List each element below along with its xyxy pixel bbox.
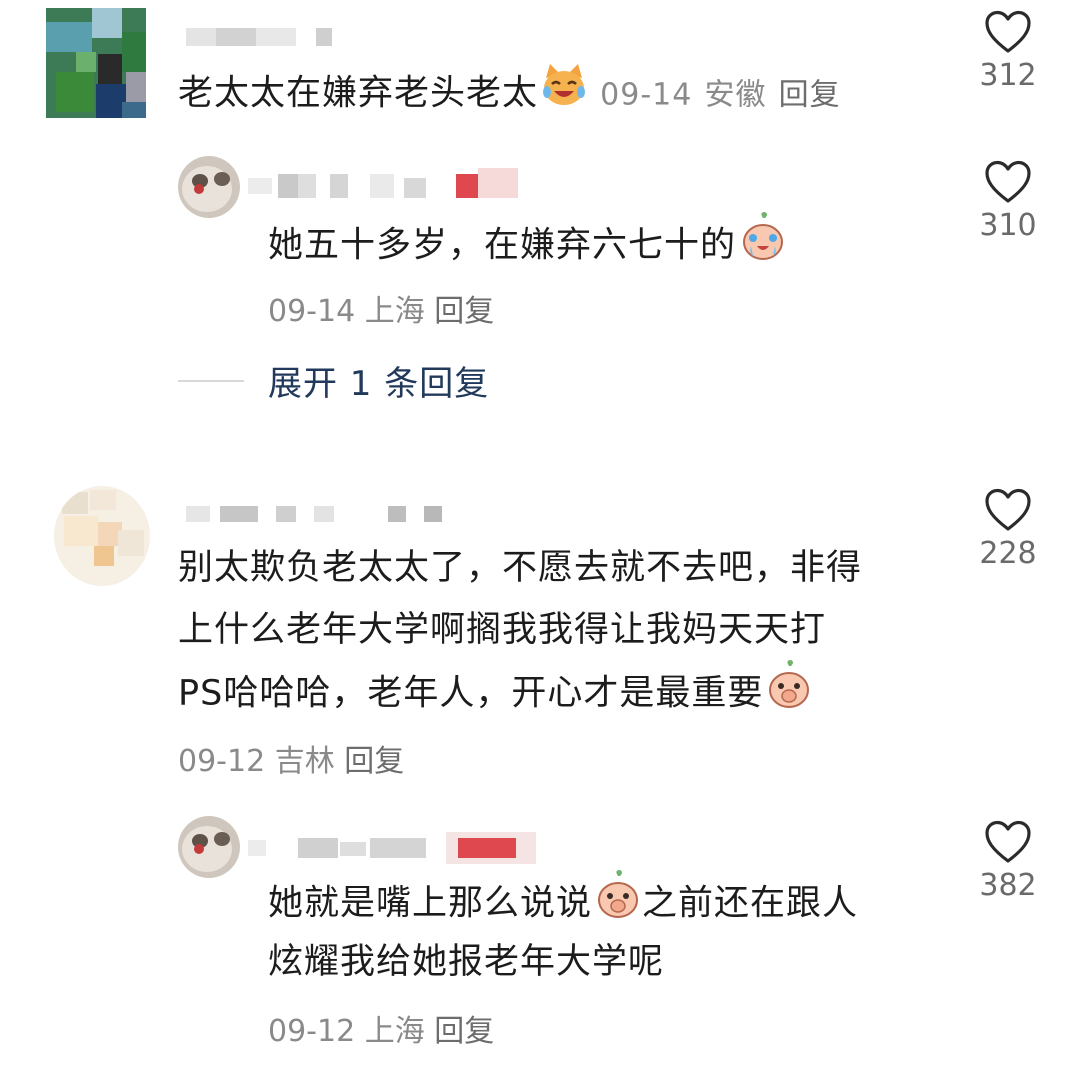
like-count: 382 [979, 868, 1037, 903]
comment-location: 上海 [364, 1014, 425, 1049]
laughing-cat-emoji [540, 62, 588, 127]
like-count: 310 [979, 208, 1037, 243]
like-button[interactable]: 382 [963, 820, 1053, 903]
avatar[interactable] [46, 8, 146, 118]
reply-button[interactable]: 回复 [434, 1014, 494, 1049]
comment-text-line-3: PS哈哈哈，老年人，开心才是最重要 [178, 660, 813, 729]
heart-icon [985, 488, 1031, 531]
comment-meta: 09-14 上海 回复 [268, 286, 494, 330]
comment-location: 吉林 [274, 744, 335, 779]
like-button[interactable]: 310 [963, 160, 1053, 243]
reply-button[interactable]: 回复 [779, 78, 841, 113]
avatar[interactable] [178, 816, 240, 878]
comment-text-line-2: 上什么老年大学啊搁我我得让我妈天天打 [178, 610, 827, 650]
comment-meta: 09-12 吉林 回复 [178, 736, 404, 780]
comment-location: 安徽 [704, 77, 767, 113]
comment-location: 上海 [364, 294, 425, 329]
avatar[interactable] [178, 156, 240, 218]
shy-peach-emoji [594, 870, 642, 939]
divider [178, 380, 244, 382]
like-button[interactable]: 228 [963, 488, 1053, 571]
heart-icon [985, 160, 1031, 203]
avatar[interactable] [54, 486, 150, 586]
comment-text-line-2: 炫耀我给她报老年大学呢 [268, 942, 665, 982]
comment-text: 老太太在嫌弃老头老太 09-14 安徽 回复 [178, 62, 841, 127]
heart-icon [985, 10, 1031, 53]
comment-date: 09-14 [600, 77, 693, 113]
expand-replies-button[interactable]: 展开 1 条回复 [268, 356, 489, 405]
comment-date: 09-12 [268, 1014, 356, 1049]
reply-button[interactable]: 回复 [434, 294, 494, 329]
heart-icon [985, 820, 1031, 863]
comment-date: 09-12 [178, 744, 266, 779]
like-button[interactable]: 312 [963, 10, 1053, 93]
comment-meta: 09-12 上海 回复 [268, 1006, 494, 1050]
like-count: 228 [979, 536, 1037, 571]
crying-peach-emoji [738, 212, 788, 281]
like-count: 312 [979, 58, 1037, 93]
shy-peach-emoji [765, 660, 813, 729]
reply-button[interactable]: 回复 [344, 744, 404, 779]
comment-text-line-1: 她就是嘴上那么说说 之前还在跟人 [268, 870, 858, 939]
comment-date: 09-14 [268, 294, 356, 329]
comment-text-line-1: 别太欺负老太太了，不愿去就不去吧，非得 [178, 548, 863, 588]
comment-text: 她五十多岁，在嫌弃六七十的 [268, 212, 788, 281]
